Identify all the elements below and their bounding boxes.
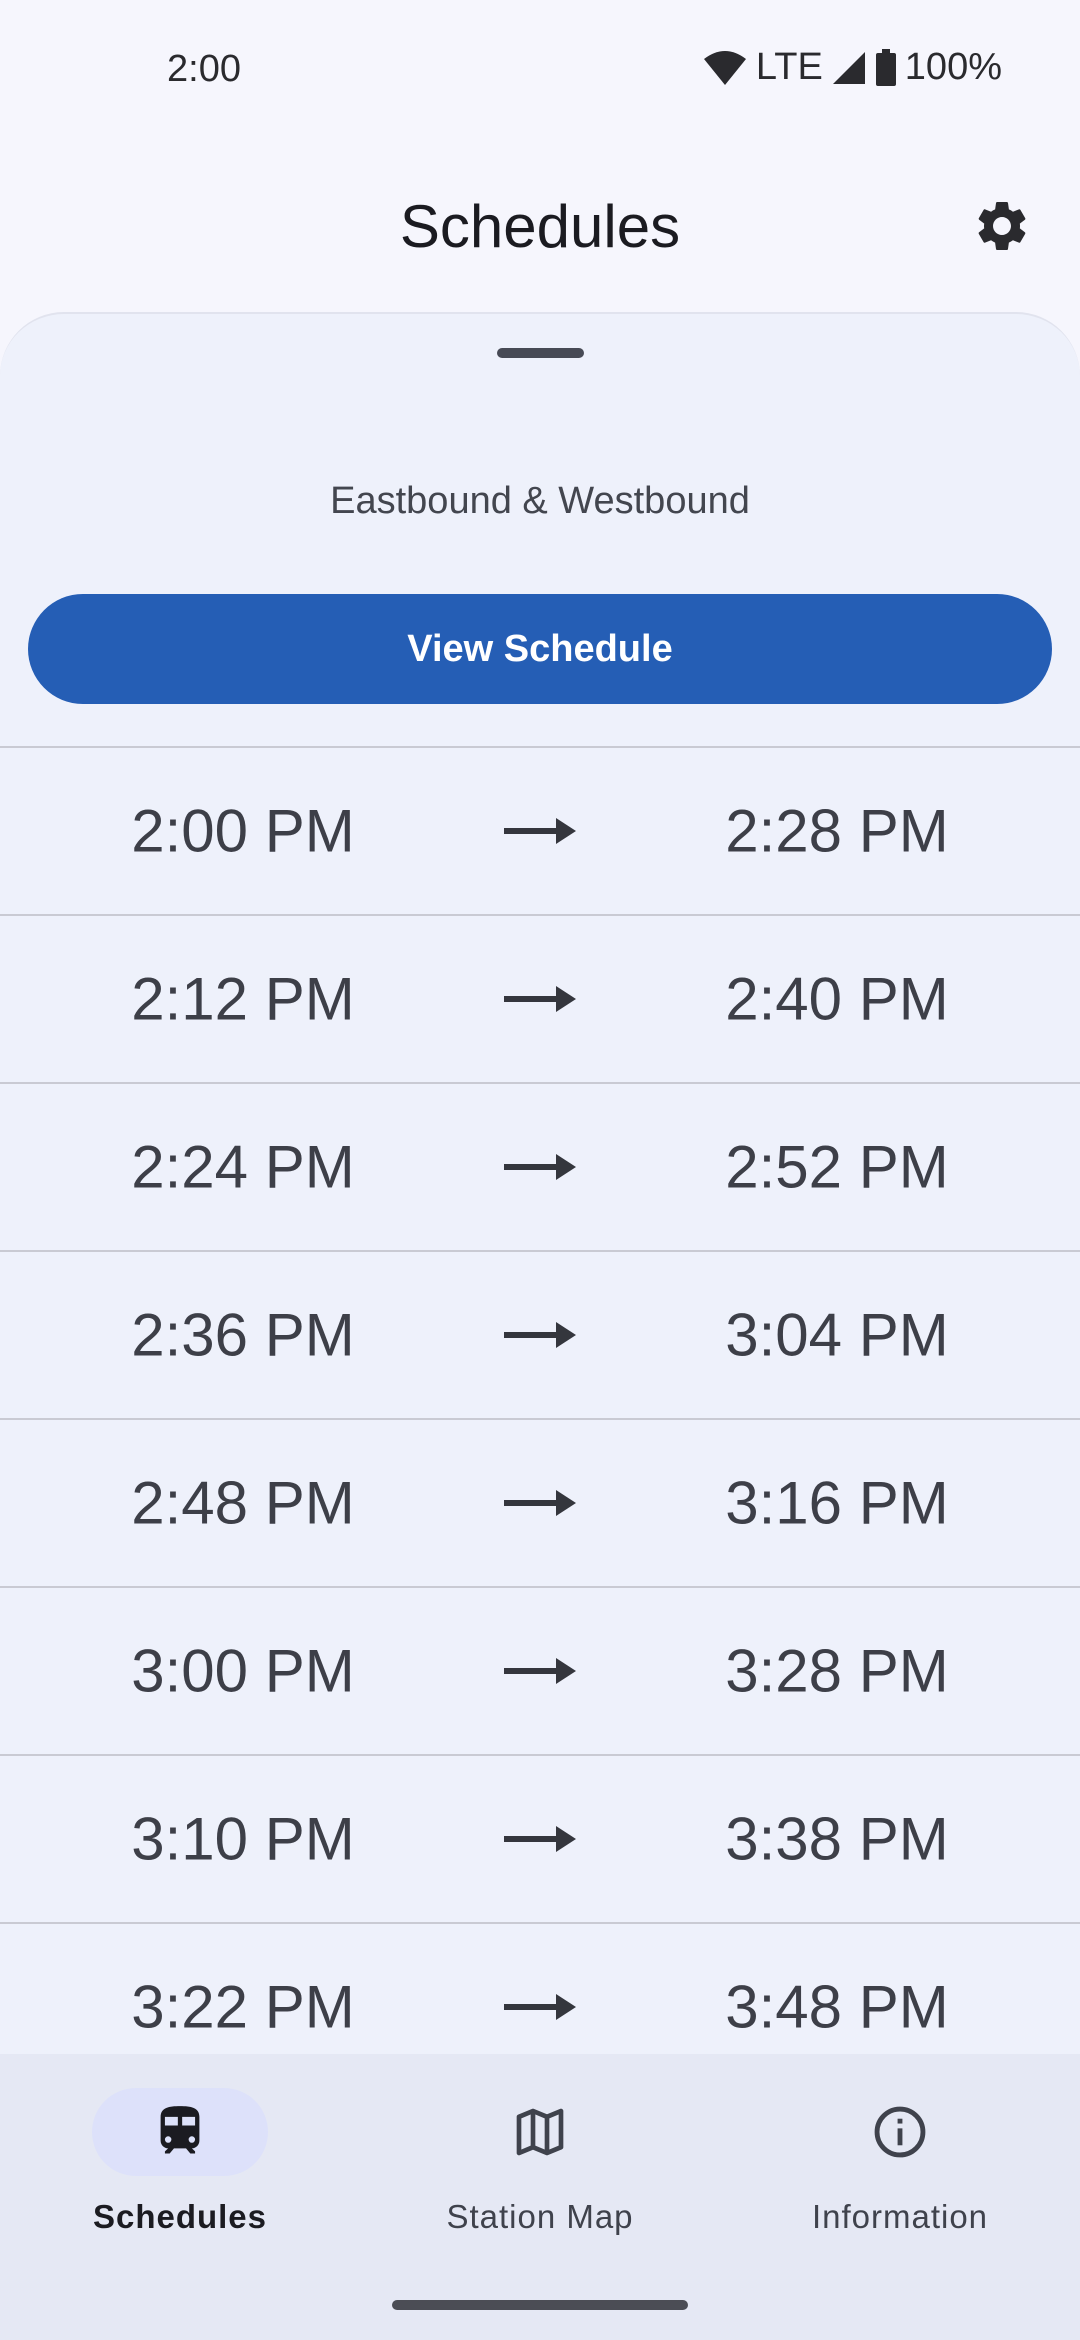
schedule-list[interactable]: 2:00 PM 2:28 PM 2:12 PM 2:40 PM 2:24 PM … bbox=[0, 746, 1080, 2054]
departure-time: 3:00 PM bbox=[131, 1637, 355, 1705]
departure-time: 2:00 PM bbox=[131, 797, 355, 865]
departure-time: 2:24 PM bbox=[131, 1133, 355, 1201]
nav-label: Station Map bbox=[446, 2198, 634, 2235]
arrow-right-icon bbox=[504, 1322, 576, 1348]
arrow-right-icon bbox=[504, 1826, 576, 1852]
view-schedule-button[interactable]: View Schedule bbox=[28, 594, 1052, 704]
nav-label: Information bbox=[811, 2198, 989, 2235]
departure-time: 3:10 PM bbox=[131, 1805, 355, 1873]
gear-icon bbox=[972, 196, 1032, 261]
settings-button[interactable] bbox=[964, 190, 1040, 266]
arrival-time: 3:04 PM bbox=[725, 1301, 949, 1369]
departure-time: 2:36 PM bbox=[131, 1301, 355, 1369]
signal-icon bbox=[831, 50, 867, 86]
info-icon bbox=[874, 2106, 926, 2158]
nav-item-station-map[interactable]: Station Map bbox=[360, 2054, 720, 2254]
arrow-right-icon bbox=[504, 986, 576, 1012]
nav-label: Schedules bbox=[92, 2198, 268, 2235]
arrival-time: 3:38 PM bbox=[725, 1805, 949, 1873]
status-bar: 2:00 LTE 100% bbox=[0, 0, 1080, 140]
train-icon bbox=[160, 2106, 200, 2154]
battery-level: 100% bbox=[904, 46, 1002, 88]
arrow-right-icon bbox=[504, 1994, 576, 2020]
arrival-time: 3:48 PM bbox=[725, 1973, 949, 2041]
arrival-time: 2:40 PM bbox=[725, 965, 949, 1033]
map-icon bbox=[516, 2108, 564, 2156]
home-indicator[interactable] bbox=[392, 2300, 688, 2310]
departure-time: 2:48 PM bbox=[131, 1469, 355, 1537]
direction-label: Eastbound & Westbound bbox=[330, 480, 750, 522]
arrival-time: 3:16 PM bbox=[725, 1469, 949, 1537]
arrival-time: 2:28 PM bbox=[725, 797, 949, 865]
schedule-sheet: Eastbound & Westbound View Schedule 2:00… bbox=[0, 312, 1080, 2054]
network-type: LTE bbox=[755, 46, 823, 88]
nav-item-information[interactable]: Information bbox=[720, 2054, 1080, 2254]
departure-time: 3:22 PM bbox=[131, 1973, 355, 2041]
drag-handle[interactable] bbox=[497, 348, 584, 358]
app-bar: Schedules bbox=[0, 170, 1080, 280]
schedule-row[interactable]: 2:00 PM 2:28 PM bbox=[0, 746, 1080, 914]
arrow-right-icon bbox=[504, 818, 576, 844]
schedule-row[interactable]: 2:36 PM 3:04 PM bbox=[0, 1250, 1080, 1418]
page-title: Schedules bbox=[399, 193, 681, 260]
schedule-row[interactable]: 2:24 PM 2:52 PM bbox=[0, 1082, 1080, 1250]
schedule-row[interactable]: 3:22 PM 3:48 PM bbox=[0, 1922, 1080, 2054]
nav-icon-container bbox=[452, 2088, 628, 2176]
bottom-navigation: Schedules Station Map Information bbox=[0, 2054, 1080, 2340]
schedule-row[interactable]: 2:48 PM 3:16 PM bbox=[0, 1418, 1080, 1586]
arrival-time: 2:52 PM bbox=[725, 1133, 949, 1201]
schedule-row[interactable]: 3:00 PM 3:28 PM bbox=[0, 1586, 1080, 1754]
nav-item-schedules[interactable]: Schedules bbox=[0, 2054, 360, 2254]
status-time: 2:00 bbox=[167, 48, 241, 90]
status-indicators: LTE 100% bbox=[702, 46, 1002, 89]
nav-icon-container bbox=[812, 2088, 988, 2176]
schedule-row[interactable]: 3:10 PM 3:38 PM bbox=[0, 1754, 1080, 1922]
departure-time: 2:12 PM bbox=[131, 965, 355, 1033]
arrow-right-icon bbox=[504, 1658, 576, 1684]
arrow-right-icon bbox=[504, 1154, 576, 1180]
wifi-icon bbox=[702, 49, 748, 87]
battery-icon bbox=[875, 48, 897, 87]
nav-active-indicator bbox=[92, 2088, 268, 2176]
schedule-row[interactable]: 2:12 PM 2:40 PM bbox=[0, 914, 1080, 1082]
arrow-right-icon bbox=[504, 1490, 576, 1516]
app-screen: 2:00 LTE 100% Schedules Eastbound & West… bbox=[0, 0, 1080, 2340]
arrival-time: 3:28 PM bbox=[725, 1637, 949, 1705]
